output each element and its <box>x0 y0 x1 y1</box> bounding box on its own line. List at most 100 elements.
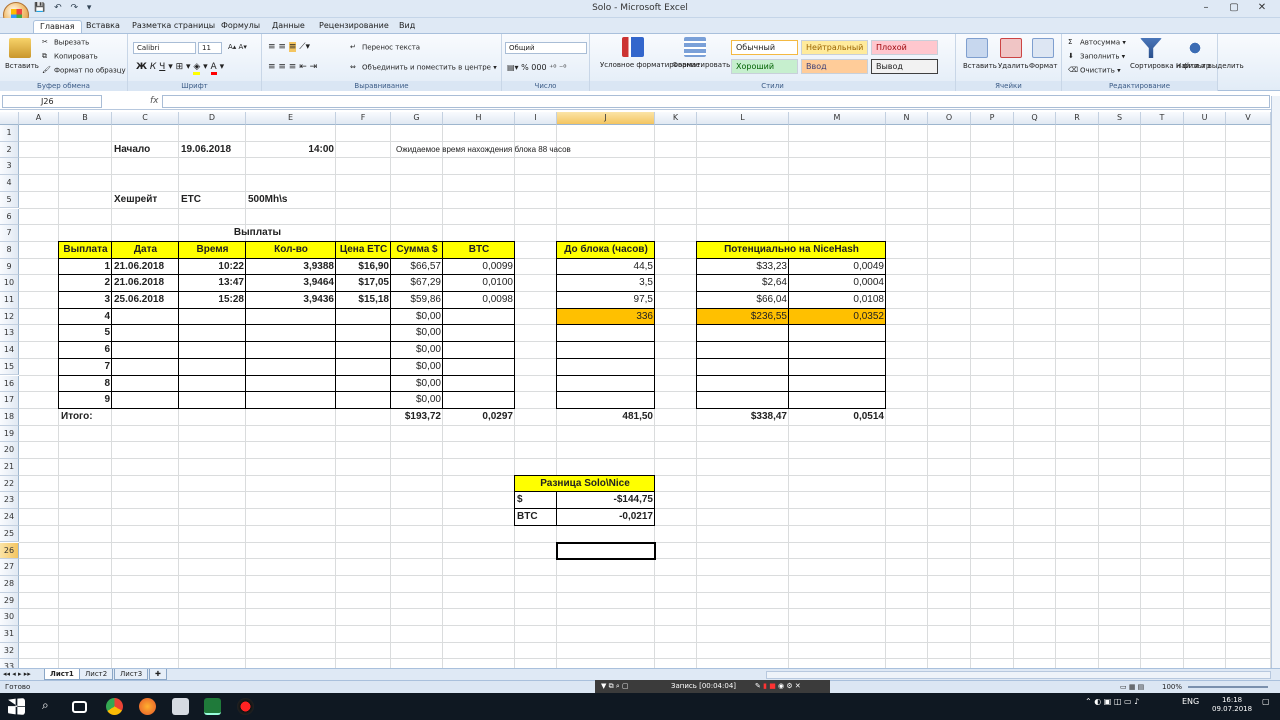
row-header[interactable]: 17 <box>0 392 19 409</box>
sort-filter-icon[interactable] <box>1140 38 1162 58</box>
row-header[interactable]: 14 <box>0 342 19 359</box>
row-header[interactable]: 23 <box>0 492 19 510</box>
expected-time-note[interactable]: Ожидаемое время нахождения блока 88 часо… <box>394 142 658 159</box>
recorder-controls[interactable]: ✎ ▮ ■ ◉ ⚙ ✕ <box>755 680 801 692</box>
column-header[interactable]: P <box>971 112 1014 125</box>
underline-icon[interactable]: Ч <box>159 62 165 72</box>
row-header[interactable]: 24 <box>0 509 19 526</box>
row-header[interactable]: 6 <box>0 208 19 226</box>
column-header[interactable]: S <box>1099 112 1141 125</box>
row-header[interactable]: 30 <box>0 609 19 626</box>
row-header[interactable]: 3 <box>0 158 19 176</box>
column-header[interactable]: Q <box>1014 112 1056 125</box>
row-header[interactable]: 19 <box>0 425 19 443</box>
zoom-level[interactable]: 100% <box>1162 681 1182 693</box>
column-header[interactable]: H <box>443 112 515 125</box>
font-color-icon[interactable]: A <box>210 62 217 75</box>
column-header[interactable]: L <box>697 112 789 125</box>
format-cells-button[interactable]: Формат <box>1029 62 1057 70</box>
row-header[interactable]: 2 <box>0 141 19 159</box>
nicehash-total-btc[interactable]: 0,0514 <box>789 409 886 426</box>
minimize-button[interactable]: – <box>1192 2 1220 13</box>
search-icon[interactable]: ⌕ <box>42 698 49 713</box>
align-top-buttons[interactable]: ≡ ≡ ≡ ⟋▾ <box>268 42 310 52</box>
wrap-text-button[interactable]: ↵ Перенос текста <box>350 43 420 52</box>
zoom-slider[interactable] <box>1188 686 1268 688</box>
column-header[interactable]: D <box>179 112 246 125</box>
start-time[interactable]: 14:00 <box>246 142 336 159</box>
worksheet-grid[interactable]: A B C D E F G H I J K L M N O P Q R S T U V 1 2 3 4 5 6 7 8 9 10 11 12 13 1… <box>0 112 1271 668</box>
format-as-table-icon[interactable] <box>684 37 706 57</box>
row-header[interactable]: 12 <box>0 308 19 326</box>
column-header[interactable]: C <box>112 112 179 125</box>
clock[interactable]: 16:18 09.07.2018 <box>1212 696 1252 714</box>
file-icon[interactable] <box>172 698 189 715</box>
paste-button[interactable]: Вставить <box>5 62 39 70</box>
total-usd[interactable]: $193,72 <box>391 409 443 426</box>
row-header[interactable]: 31 <box>0 626 19 643</box>
quick-access-toolbar[interactable]: 💾 ↶ ↷ ▾ <box>34 3 94 13</box>
number-format-select[interactable]: Общий <box>505 42 587 54</box>
column-header[interactable]: O <box>928 112 971 125</box>
style-good[interactable]: Хороший <box>731 59 798 74</box>
grow-font-button[interactable]: A▴ A▾ <box>228 43 247 51</box>
row-header[interactable]: 4 <box>0 175 19 192</box>
active-cell-selection[interactable] <box>556 541 656 561</box>
row-header[interactable]: 10 <box>0 275 19 292</box>
chrome-icon[interactable] <box>106 698 123 715</box>
row-header[interactable]: 33 <box>0 659 19 668</box>
row-header[interactable]: 27 <box>0 559 19 576</box>
tab-insert[interactable]: Вставка <box>80 20 126 34</box>
firefox-icon[interactable] <box>139 698 156 715</box>
column-header[interactable]: A <box>19 112 59 125</box>
row-header[interactable]: 29 <box>0 592 19 610</box>
recorder-tools[interactable]: ▼ ⧉ ⌕ ▢ <box>601 680 629 692</box>
clear-button[interactable]: ⌫ Очистить ▾ <box>1068 66 1121 75</box>
row-header[interactable]: 13 <box>0 325 19 343</box>
formula-input[interactable] <box>162 95 1270 108</box>
start-label[interactable]: Начало <box>112 142 179 159</box>
column-header[interactable]: T <box>1141 112 1184 125</box>
vertical-scrollbar[interactable] <box>1271 96 1280 668</box>
row-header[interactable]: 26 <box>0 542 19 560</box>
sheet-tab-1[interactable]: Лист1 <box>44 669 80 680</box>
view-buttons[interactable]: ▭ ▦ ▤ <box>1120 681 1144 693</box>
autosum-button[interactable]: Σ Автосумма ▾ <box>1068 38 1126 47</box>
block-hours-total[interactable]: 481,50 <box>557 409 655 426</box>
close-button[interactable]: ✕ <box>1248 2 1276 13</box>
tab-data[interactable]: Данные <box>266 20 311 34</box>
font-name-select[interactable]: Calibri <box>133 42 196 54</box>
insert-sheet-icon[interactable]: ✚ <box>149 669 167 680</box>
column-header[interactable]: K <box>655 112 697 125</box>
tab-home[interactable]: Главная <box>33 20 82 34</box>
find-select-button[interactable]: Найти и выделить <box>1176 62 1244 70</box>
total-btc[interactable]: 0,0297 <box>443 409 515 426</box>
insert-cells-icon[interactable] <box>966 38 988 58</box>
font-size-select[interactable]: 11 <box>198 42 222 54</box>
start-date[interactable]: 19.06.2018 <box>179 142 246 159</box>
column-header[interactable]: F <box>336 112 391 125</box>
row-header[interactable]: 7 <box>0 225 19 242</box>
total-label[interactable]: Итого: <box>59 409 112 426</box>
tab-view[interactable]: Вид <box>393 20 421 34</box>
horizontal-scrollbar[interactable] <box>766 671 1271 679</box>
style-normal[interactable]: Обычный <box>731 40 798 55</box>
fill-button[interactable]: ⬇ Заполнить ▾ <box>1068 52 1125 61</box>
column-header[interactable]: I <box>515 112 557 125</box>
sheet-nav-buttons[interactable]: ◂◂ ◂ ▸ ▸▸ <box>3 670 31 678</box>
fill-color-icon[interactable]: ◈ <box>193 62 201 75</box>
row-header[interactable]: 15 <box>0 358 19 376</box>
column-header[interactable]: V <box>1226 112 1271 125</box>
row-header[interactable]: 16 <box>0 375 19 393</box>
number-format-buttons[interactable]: ▤▾ % 000 ⁺⁰ ⁻⁰ <box>507 63 566 72</box>
cut-button[interactable]: ✂ Вырезать <box>42 38 89 47</box>
maximize-button[interactable]: ▢ <box>1220 2 1248 13</box>
coin-label[interactable]: ETC <box>179 192 246 209</box>
input-language[interactable]: ENG <box>1182 697 1199 706</box>
italic-icon[interactable]: К <box>150 62 156 72</box>
column-header[interactable]: J <box>557 112 655 125</box>
select-all-corner[interactable] <box>0 112 19 125</box>
copy-button[interactable]: ⧉ Копировать <box>42 52 98 61</box>
font-format-buttons[interactable]: Ж К Ч ▾ ⊞ ▾ ◈ ▾ A ▾ <box>136 62 224 75</box>
style-output[interactable]: Вывод <box>871 59 938 74</box>
